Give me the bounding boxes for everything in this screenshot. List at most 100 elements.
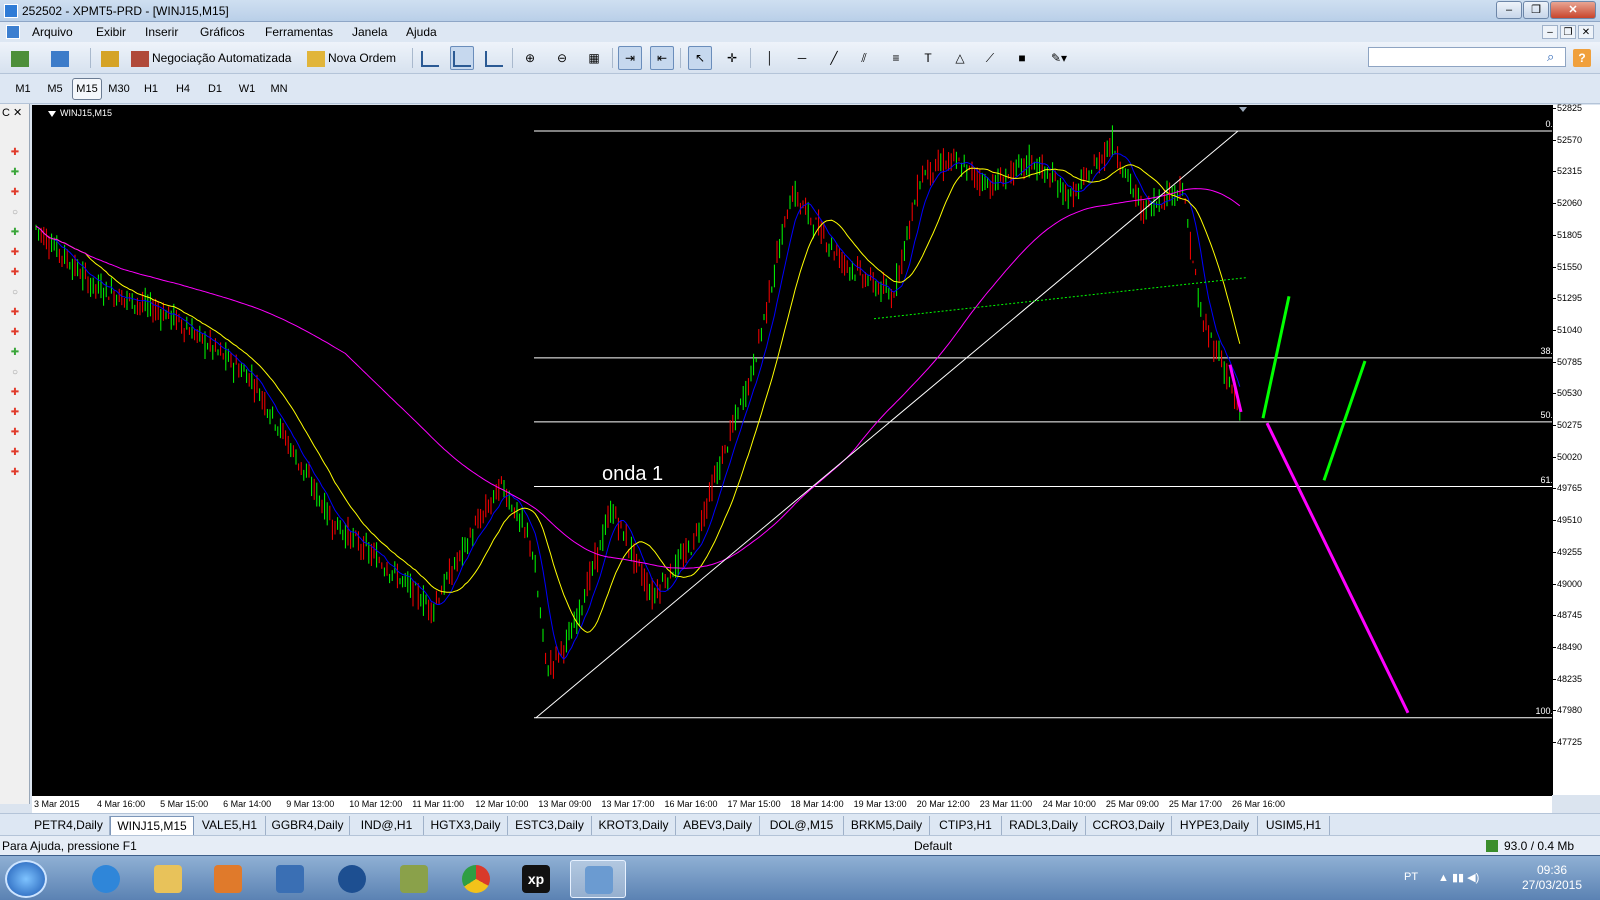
symbol-tab[interactable]: KROT3,Daily	[592, 816, 676, 835]
trade-marker-icon[interactable]: ✚	[9, 227, 21, 239]
bar-chart-button[interactable]	[418, 46, 442, 70]
maximize-button[interactable]: ❐	[1523, 1, 1549, 19]
trade-marker-icon[interactable]: ✚	[9, 187, 21, 199]
symbol-tab[interactable]: WINJ15,M15	[110, 816, 194, 835]
panel-close-icon[interactable]: C ✕	[2, 106, 22, 119]
zoom-in-icon[interactable]: ⊕	[518, 46, 542, 70]
trade-marker-icon[interactable]: ✚	[9, 427, 21, 439]
tf-d1[interactable]: D1	[200, 78, 230, 100]
symbol-tab[interactable]: IND@,H1	[350, 816, 424, 835]
rectangle-icon[interactable]: ■	[1010, 46, 1034, 70]
trade-marker-icon[interactable]: ○	[9, 287, 21, 299]
tf-m30[interactable]: M30	[104, 78, 134, 100]
tf-h4[interactable]: H4	[168, 78, 198, 100]
trade-marker-icon[interactable]: ✚	[9, 327, 21, 339]
search-icon[interactable]: ⌕	[1547, 50, 1561, 64]
wave-annotation[interactable]: onda 1	[602, 463, 663, 486]
symbol-tab[interactable]: CCRO3,Daily	[1086, 816, 1172, 835]
channel-icon[interactable]: ⫽	[852, 46, 876, 70]
xp-icon[interactable]: xp	[508, 860, 564, 898]
app-shortcut-icon[interactable]	[262, 860, 318, 898]
text-icon[interactable]: T	[916, 46, 940, 70]
tf-h1[interactable]: H1	[136, 78, 166, 100]
chart-canvas[interactable]	[32, 105, 1552, 795]
trade-marker-icon[interactable]: ○	[9, 367, 21, 379]
symbol-tab[interactable]: PETR4,Daily	[28, 816, 110, 835]
trade-marker-icon[interactable]: ✚	[9, 247, 21, 259]
crosshair-icon[interactable]: ✛	[720, 46, 744, 70]
close-button[interactable]: ✕	[1550, 1, 1596, 19]
objects-dropdown-icon[interactable]: ✎▾	[1042, 46, 1076, 70]
vertical-line-icon[interactable]: │	[758, 46, 782, 70]
fibonacci-icon[interactable]: ≡	[884, 46, 908, 70]
symbol-tab[interactable]: GGBR4,Daily	[266, 816, 350, 835]
minimize-button[interactable]: –	[1496, 1, 1522, 19]
ie-icon[interactable]	[78, 860, 134, 898]
language-indicator[interactable]: PT	[1404, 871, 1418, 883]
menu-exibir[interactable]: Exibir	[92, 24, 130, 40]
trade-marker-icon[interactable]: ✚	[9, 467, 21, 479]
explorer-icon[interactable]	[140, 860, 196, 898]
menu-janela[interactable]: Janela	[348, 24, 391, 40]
media-icon[interactable]	[200, 860, 256, 898]
symbol-tab[interactable]: DOL@,M15	[760, 816, 844, 835]
trade-marker-icon[interactable]: ✚	[9, 267, 21, 279]
tf-m5[interactable]: M5	[40, 78, 70, 100]
menu-ferramentas[interactable]: Ferramentas	[261, 24, 337, 40]
cursor-icon[interactable]: ↖	[688, 46, 712, 70]
trade-marker-icon[interactable]: ✚	[9, 347, 21, 359]
metatrader-icon[interactable]	[570, 860, 626, 898]
symbol-tab[interactable]: RADL3,Daily	[1002, 816, 1086, 835]
symbol-tab[interactable]: USIM5,H1	[1258, 816, 1330, 835]
tray-icons[interactable]: ▲ ▮▮ ◀)	[1438, 871, 1479, 884]
chart-window-icon[interactable]	[6, 25, 20, 39]
help-icon[interactable]: ?	[1573, 49, 1591, 67]
symbol-tab[interactable]: VALE5,H1	[194, 816, 266, 835]
trendline-icon[interactable]: ╱	[822, 46, 846, 70]
symbol-tab[interactable]: BRKM5,Daily	[844, 816, 930, 835]
mdi-restore-button[interactable]: ❐	[1560, 25, 1576, 39]
symbol-tab[interactable]: ESTC3,Daily	[508, 816, 592, 835]
profiles-button[interactable]	[48, 46, 72, 70]
new-order-button[interactable]: Nova Ordem	[306, 46, 406, 70]
start-orb-icon[interactable]	[5, 860, 47, 898]
candlestick-button[interactable]	[450, 46, 474, 70]
tf-m1[interactable]: M1	[8, 78, 38, 100]
hp-icon[interactable]	[324, 860, 380, 898]
trade-marker-icon[interactable]: ○	[9, 207, 21, 219]
shapes-icon[interactable]: △	[948, 46, 972, 70]
menu-inserir[interactable]: Inserir	[141, 24, 182, 40]
mdi-close-button[interactable]: ✕	[1578, 25, 1594, 39]
fibo-fan-icon[interactable]: ⟋	[978, 46, 1002, 70]
line-chart-button[interactable]	[482, 46, 506, 70]
menu-arquivo[interactable]: Arquivo	[28, 24, 77, 40]
new-chart-button[interactable]	[8, 46, 32, 70]
menu-graficos[interactable]: Gráficos	[196, 24, 249, 40]
clock[interactable]: 09:36 27/03/2015	[1517, 863, 1587, 893]
tf-w1[interactable]: W1	[232, 78, 262, 100]
horizontal-line-icon[interactable]: ─	[790, 46, 814, 70]
trade-marker-icon[interactable]: ✚	[9, 307, 21, 319]
auto-trading-button[interactable]: Negociação Automatizada	[130, 46, 300, 70]
tf-m15[interactable]: M15	[72, 78, 102, 100]
auto-scroll-button[interactable]: ⇥	[618, 46, 642, 70]
chrome-icon[interactable]	[448, 860, 504, 898]
symbol-tab[interactable]: ABEV3,Daily	[676, 816, 760, 835]
tf-mn[interactable]: MN	[264, 78, 294, 100]
mdi-minimize-button[interactable]: –	[1542, 25, 1558, 39]
price-chart[interactable]: WINJ15,M15 onda 1 0.038.250.061.8100.0	[32, 105, 1558, 795]
symbol-tab[interactable]: HGTX3,Daily	[424, 816, 508, 835]
symbol-tab[interactable]: CTIP3,H1	[930, 816, 1002, 835]
search-input[interactable]: ⌕	[1368, 47, 1566, 67]
zoom-out-icon[interactable]: ⊖	[550, 46, 574, 70]
trade-marker-icon[interactable]: ✚	[9, 147, 21, 159]
market-watch-button[interactable]	[98, 46, 122, 70]
chart-shift-button[interactable]: ⇤	[650, 46, 674, 70]
trade-marker-icon[interactable]: ✚	[9, 167, 21, 179]
symbol-tab[interactable]: HYPE3,Daily	[1172, 816, 1258, 835]
mt-terminal-icon[interactable]	[386, 860, 442, 898]
trade-marker-icon[interactable]: ✚	[9, 407, 21, 419]
menu-ajuda[interactable]: Ajuda	[402, 24, 441, 40]
trade-marker-icon[interactable]: ✚	[9, 447, 21, 459]
trade-marker-icon[interactable]: ✚	[9, 387, 21, 399]
